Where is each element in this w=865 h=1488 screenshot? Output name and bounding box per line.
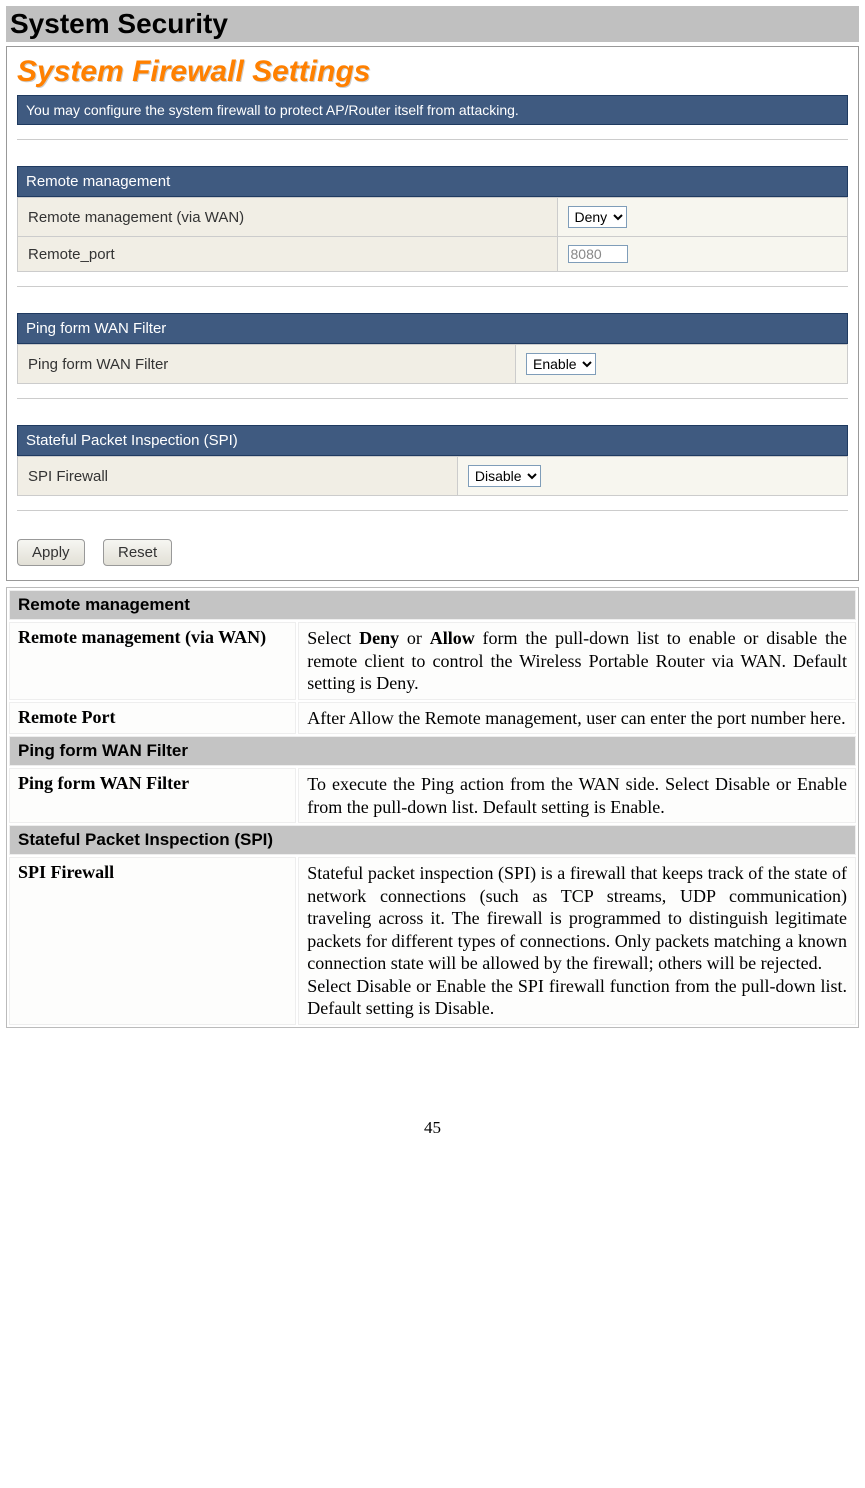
firewall-settings-panel: System Firewall Settings You may configu…	[6, 46, 859, 581]
divider	[17, 510, 848, 511]
help-remote-via-wan-label: Remote management (via WAN)	[9, 622, 296, 700]
help-ping-filter-desc: To execute the Ping action from the WAN …	[298, 768, 856, 823]
help-spi-firewall-desc: Stateful packet inspection (SPI) is a fi…	[298, 857, 856, 1025]
spi-header: Stateful Packet Inspection (SPI)	[17, 425, 848, 456]
remote-via-wan-select[interactable]: Deny	[568, 206, 627, 228]
ping-filter-table: Ping form WAN Filter Enable	[17, 344, 848, 384]
page-number: 45	[6, 1118, 859, 1138]
button-row: Apply Reset	[17, 539, 848, 566]
help-remote-port-desc: After Allow the Remote management, user …	[298, 702, 856, 735]
text: Select Disable or Enable the SPI firewal…	[307, 976, 847, 1019]
ping-filter-select[interactable]: Enable	[526, 353, 596, 375]
text-bold: Allow	[430, 628, 475, 648]
ping-filter-header: Ping form WAN Filter	[17, 313, 848, 344]
help-remote-header: Remote management	[9, 590, 856, 620]
spi-firewall-select[interactable]: Disable	[468, 465, 541, 487]
divider	[17, 398, 848, 399]
remote-port-label: Remote_port	[18, 237, 558, 272]
panel-description: You may configure the system firewall to…	[17, 95, 848, 125]
panel-heading: System Firewall Settings	[17, 55, 848, 89]
apply-button[interactable]: Apply	[17, 539, 85, 566]
remote-management-header: Remote management	[17, 166, 848, 197]
page-title: System Security	[6, 6, 859, 42]
help-spi-firewall-label: SPI Firewall	[9, 857, 296, 1025]
spi-table: SPI Firewall Disable	[17, 456, 848, 496]
remote-management-table: Remote management (via WAN) Deny Remote_…	[17, 197, 848, 272]
help-ping-header: Ping form WAN Filter	[9, 736, 856, 766]
help-remote-via-wan-desc: Select Deny or Allow form the pull-down …	[298, 622, 856, 700]
help-table: Remote management Remote management (via…	[6, 587, 859, 1028]
spi-firewall-label: SPI Firewall	[18, 457, 458, 496]
text: Stateful packet inspection (SPI) is a fi…	[307, 863, 847, 973]
divider	[17, 139, 848, 140]
remote-port-input[interactable]	[568, 245, 628, 263]
ping-filter-label: Ping form WAN Filter	[18, 345, 516, 384]
text: Select	[307, 628, 359, 648]
text: or	[399, 628, 430, 648]
remote-via-wan-label: Remote management (via WAN)	[18, 198, 558, 237]
help-remote-port-label: Remote Port	[9, 702, 296, 735]
reset-button[interactable]: Reset	[103, 539, 172, 566]
help-spi-header: Stateful Packet Inspection (SPI)	[9, 825, 856, 855]
help-ping-filter-label: Ping form WAN Filter	[9, 768, 296, 823]
text-bold: Deny	[359, 628, 399, 648]
divider	[17, 286, 848, 287]
